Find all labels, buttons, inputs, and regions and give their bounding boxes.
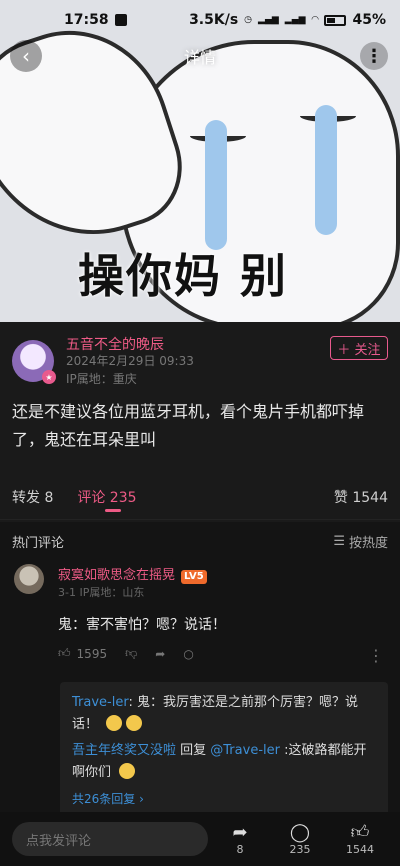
meme-tear (315, 105, 337, 235)
bottom-actions: ➦ 8 ◯ 235 👍︎ 1544 (208, 821, 388, 856)
hot-comments-title: 热门评论 (12, 535, 65, 551)
back-button[interactable]: ‹ (10, 40, 42, 72)
level-badge: LV5 (181, 570, 207, 584)
chevron-left-icon: ‹ (22, 44, 30, 68)
reply-mention[interactable]: @Trave-ler (210, 743, 280, 758)
comment-like-button[interactable]: 👍︎ 1595 (58, 646, 107, 661)
cat-emoji-icon (106, 715, 123, 731)
comment-dislike-button[interactable]: 👎︎ (125, 646, 137, 661)
hot-comments-header: 热门评论 ☰ 按热度 (0, 522, 400, 560)
battery-icon (324, 14, 347, 26)
speech-bubble-icon: ○ (183, 646, 194, 661)
meme-tear (205, 120, 227, 250)
reply-username[interactable]: 吾主年终奖又没啦 (72, 743, 176, 758)
share-icon: ➦ (155, 646, 166, 661)
repost-count: 8 (236, 842, 244, 856)
share-icon: ➦ (232, 821, 248, 843)
thumbs-up-icon: 👍︎ (350, 821, 370, 843)
view-all-replies-link[interactable]: 共26条回复 › (72, 788, 376, 810)
reply-connector: 回复 (176, 743, 211, 758)
thumbs-up-icon: 👍︎ (58, 646, 71, 660)
comment-avatar[interactable] (14, 564, 44, 594)
bottom-bar: 点我发评论 ➦ 8 ◯ 235 👍︎ 1544 (0, 812, 400, 866)
comment-button[interactable]: ◯ 235 (272, 821, 328, 856)
comment-input[interactable]: 点我发评论 (12, 822, 208, 856)
comment-username-text: 寂寞如歌思念在摇晃 (58, 568, 176, 583)
meme-caption: 操你妈 别 (78, 249, 289, 303)
alarm-icon: ◷ (244, 14, 253, 25)
comment-more-button[interactable]: ⋮ (368, 646, 384, 665)
avatar[interactable]: ★ (12, 340, 56, 384)
comment-count: 235 (289, 842, 311, 856)
laughing-emoji-icon (119, 763, 136, 779)
network-speed: 3.5K/s (189, 12, 239, 28)
signal-icon: ▂▄▆ (258, 14, 279, 25)
comment-share-button[interactable]: ➦ (155, 647, 165, 661)
like-button[interactable]: 👍︎ 1544 (332, 821, 388, 856)
signal-icon: ▂▄▆ (284, 14, 306, 25)
tab-likes[interactable]: 赞 1544 (334, 474, 388, 520)
page-title: 详情 (183, 48, 216, 67)
reply-preview[interactable]: Trave-ler: 鬼：我厉害还是之前那个厉害？嗯？说话！ 吾主年终奖又没啦 … (60, 682, 388, 818)
repost-button[interactable]: ➦ 8 (212, 821, 268, 856)
reply-username[interactable]: Trave-ler (72, 695, 128, 710)
like-count: 1544 (346, 842, 374, 856)
more-button[interactable]: ⋮ (360, 42, 388, 70)
vip-badge-icon: ★ (42, 370, 56, 384)
battery-level: 45% (352, 12, 386, 28)
comment-text: 鬼：害不害怕？嗯？说话！ (58, 617, 226, 633)
reply-item: Trave-ler: 鬼：我厉害还是之前那个厉害？嗯？说话！ (72, 692, 376, 736)
comment-reply-button[interactable]: ○ (183, 647, 193, 661)
tab-repost[interactable]: 转发 8 (12, 474, 53, 520)
cat-emoji-icon (126, 715, 143, 731)
status-right: 3.5K/s ◷ ▂▄▆ ▂▄▆ ◠ 45% (189, 12, 386, 28)
post-tabs: 转发 8 评论 235 赞 1544 (0, 474, 400, 520)
post-ip: IP属地：重庆 (66, 372, 137, 386)
comment-like-count: 1595 (76, 646, 108, 661)
notification-icon (114, 14, 127, 26)
reply-item: 吾主年终奖又没啦 回复 @Trave-ler :这破路都能开啊你们 (72, 740, 376, 784)
thumbs-down-icon: 👎︎ (125, 646, 138, 660)
comment-meta: 3-1 IP属地：山东 (58, 586, 145, 599)
top-nav: ‹ 详情 ⋮ (0, 36, 400, 76)
status-bar: 17:58 3.5K/s ◷ ▂▄▆ ▂▄▆ ◠ 45% (0, 0, 400, 40)
tab-comments[interactable]: 评论 235 (77, 474, 137, 520)
follow-button[interactable]: ＋ 关注 (330, 336, 388, 360)
comment-username[interactable]: 寂寞如歌思念在摇晃 LV5 (58, 564, 207, 584)
sort-icon: ☰ (333, 533, 345, 549)
status-time: 17:58 (64, 12, 109, 28)
comment-actions: 👍︎ 1595 👎︎ ➦ ○ (58, 646, 194, 661)
comments-section: 热门评论 ☰ 按热度 寂寞如歌思念在摇晃 LV5 3-1 IP属地：山东 鬼：害不… (0, 522, 400, 818)
more-vertical-icon: ⋮ (365, 45, 383, 67)
sort-label: 按热度 (348, 535, 388, 551)
post-content: 还是不建议各位用蓝牙耳机，看个鬼片手机都吓掉了，鬼还在耳朵里叫 (12, 402, 365, 449)
wifi-icon: ◠ (311, 14, 319, 25)
speech-bubble-icon: ◯ (289, 821, 311, 843)
post-datetime: 2024年2月29日 09:33 (66, 354, 194, 368)
sort-button[interactable]: ☰ 按热度 (333, 532, 388, 551)
post-username[interactable]: 五音不全的晚辰 (66, 334, 164, 354)
